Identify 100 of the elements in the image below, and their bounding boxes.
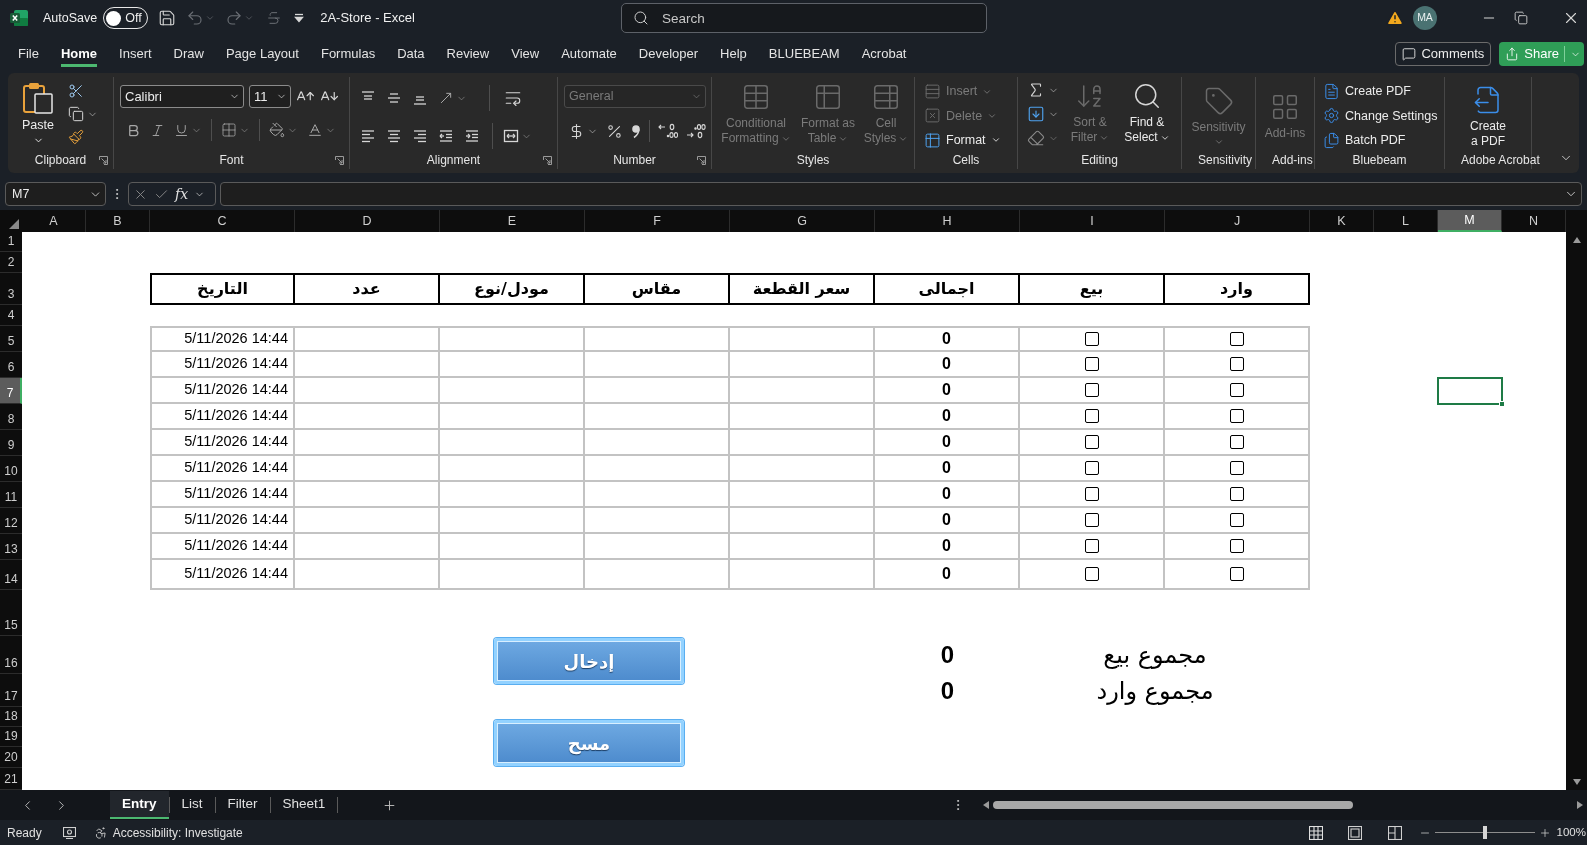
row-header[interactable]: 18 (0, 707, 22, 727)
checkbox[interactable] (1084, 567, 1099, 581)
decrease-indent-icon[interactable] (438, 128, 454, 144)
sheet-tab[interactable]: List (169, 791, 215, 819)
row-header[interactable]: 8 (0, 404, 22, 430)
column-header[interactable]: M (1438, 210, 1502, 232)
scroll-left-icon[interactable] (983, 801, 989, 809)
row-header[interactable]: 10 (0, 456, 22, 482)
ribbon-tab[interactable]: Page Layout (225, 41, 299, 67)
scrollbar-thumb[interactable] (993, 801, 1353, 809)
row-header[interactable]: 19 (0, 727, 22, 747)
paint-bucket-icon[interactable] (269, 122, 285, 138)
dropdown-arrow-icon[interactable] (294, 13, 305, 23)
row-header[interactable]: 4 (0, 305, 22, 326)
row-header[interactable]: 21 (0, 768, 22, 790)
warning-icon[interactable] (1386, 9, 1404, 27)
checkbox[interactable] (1084, 409, 1099, 423)
border-grid-icon[interactable] (221, 122, 237, 138)
font-size-dropdown[interactable]: 11 (249, 85, 291, 108)
decimal-arrow-left-icon[interactable] (658, 123, 678, 139)
page-frame-icon[interactable] (1347, 825, 1362, 840)
align-left-icon[interactable] (360, 128, 376, 144)
row-header[interactable]: 20 (0, 747, 22, 768)
down-arrow-box-icon[interactable] (1027, 105, 1045, 123)
insert-function-button[interactable]: fx (175, 183, 189, 205)
row-header[interactable]: 6 (0, 352, 22, 378)
copy-icon[interactable] (68, 106, 84, 122)
row-header[interactable]: 9 (0, 430, 22, 456)
row-header[interactable]: 14 (0, 560, 22, 590)
row-header[interactable]: 7 (0, 378, 22, 404)
checkbox[interactable] (1084, 539, 1099, 553)
ribbon-tab[interactable]: Help (720, 41, 747, 67)
row-header[interactable]: 5 (0, 326, 22, 352)
dialog-launcher-icon[interactable] (99, 155, 108, 165)
row-header[interactable]: 11 (0, 482, 22, 508)
ribbon-tab[interactable]: File (18, 41, 39, 67)
italic-icon[interactable] (150, 122, 165, 138)
underlined-letter-a-icon[interactable] (307, 122, 323, 138)
bold-icon[interactable] (126, 122, 141, 138)
ribbon-tab[interactable]: BLUEBEAM (768, 41, 840, 67)
ribbon-button[interactable]: Batch PDF (1323, 129, 1438, 151)
ribbon-tab[interactable]: Review (446, 41, 490, 67)
add-sheet-icon[interactable] (382, 797, 398, 813)
row-header[interactable]: 13 (0, 534, 22, 560)
name-box[interactable]: M7 (5, 182, 106, 206)
checkbox[interactable] (1229, 539, 1244, 553)
ribbon-tab[interactable]: Home (60, 41, 98, 67)
ribbon-tab[interactable]: Data (397, 41, 425, 67)
paintbrush-icon[interactable] (68, 129, 84, 145)
checkbox[interactable] (1229, 357, 1244, 371)
ribbon-tab[interactable]: Formulas (320, 41, 376, 67)
checkbox[interactable] (1229, 383, 1244, 397)
fill-handle[interactable] (1499, 401, 1505, 407)
checkbox[interactable] (1229, 409, 1244, 423)
checkbox[interactable] (1229, 513, 1244, 527)
ribbon-button[interactable]: Create PDF (1323, 81, 1438, 103)
row-header[interactable]: 1 (0, 232, 22, 252)
restore-icon[interactable] (1514, 11, 1528, 25)
zoom-in-icon[interactable] (1538, 826, 1551, 839)
checkbox[interactable] (1229, 435, 1244, 449)
formula-input[interactable] (220, 182, 1582, 206)
align-center-icon[interactable] (386, 128, 402, 144)
checkbox[interactable] (1229, 332, 1244, 346)
font-name-dropdown[interactable]: Calibri (120, 85, 244, 108)
checkbox[interactable] (1084, 357, 1099, 371)
ribbon-button[interactable]: Format (924, 129, 1001, 151)
checkbox[interactable] (1084, 487, 1099, 501)
underline-icon[interactable] (174, 122, 189, 138)
slider-thumb[interactable] (1482, 826, 1487, 839)
row-header[interactable]: 12 (0, 508, 22, 534)
ribbon-tab[interactable]: View (511, 41, 540, 67)
ribbon-button[interactable]: Change Settings (1323, 105, 1438, 127)
scroll-right-icon[interactable] (1577, 801, 1583, 809)
row-header[interactable]: 2 (0, 252, 22, 273)
sheet-tab[interactable]: Sheet1 (270, 791, 338, 819)
sheet-tab[interactable]: Entry (110, 791, 169, 819)
paste-button[interactable]: Paste (18, 82, 58, 146)
grid-view-icon[interactable] (1308, 825, 1323, 840)
row-header[interactable]: 16 (0, 636, 22, 674)
split-page-icon[interactable] (1387, 825, 1402, 840)
ribbon-tab[interactable]: Insert (119, 41, 152, 67)
checkbox[interactable] (1084, 383, 1099, 397)
dialog-launcher-icon[interactable] (697, 155, 706, 165)
scissors-icon[interactable] (68, 83, 84, 99)
checkbox[interactable] (1229, 461, 1244, 475)
row-header[interactable]: 3 (0, 273, 22, 305)
comments-button[interactable]: Comments (1395, 42, 1492, 66)
align-right-icon[interactable] (412, 128, 428, 144)
ribbon-button[interactable]: Find & Select (1121, 81, 1173, 145)
zoom-level[interactable]: 100% (1556, 823, 1586, 842)
diagonal-arrow-icon[interactable] (438, 90, 454, 106)
comma-icon[interactable] (631, 123, 641, 139)
checkbox[interactable] (1084, 461, 1099, 475)
checkbox[interactable] (1084, 435, 1099, 449)
checkbox[interactable] (1084, 513, 1099, 527)
scroll-up-icon[interactable] (1572, 237, 1581, 243)
checkbox[interactable] (1229, 567, 1244, 581)
ribbon-tab[interactable]: Draw (173, 41, 204, 67)
user-avatar[interactable]: MA (1413, 6, 1437, 30)
sheet-tab[interactable]: Filter (215, 791, 270, 819)
